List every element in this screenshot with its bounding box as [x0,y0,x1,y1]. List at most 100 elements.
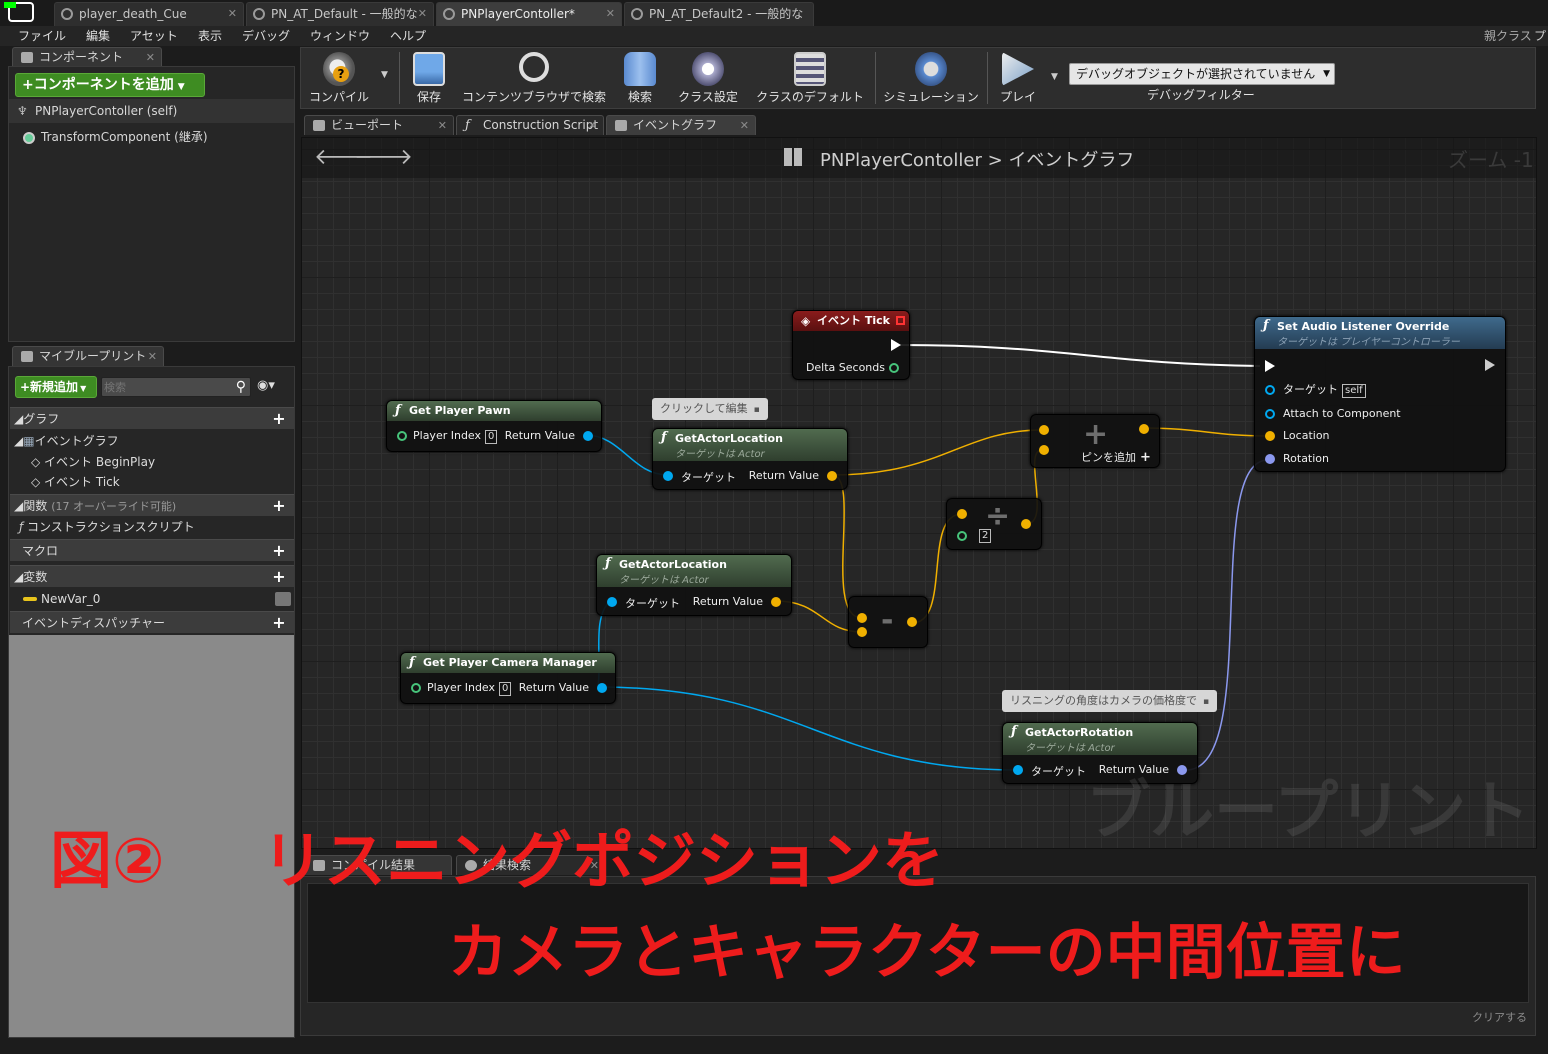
player-index-pin[interactable] [397,431,407,441]
return-value-pin[interactable] [597,683,607,693]
menu-asset[interactable]: アセット [130,26,178,46]
target-pin[interactable] [1013,765,1023,775]
player-index-value[interactable]: 0 [485,430,498,444]
parent-class-value[interactable]: プ [1534,26,1546,46]
component-self[interactable]: ♆ PNPlayerContoller (self) [9,99,294,123]
search-input[interactable] [104,379,228,395]
dispatchers-header[interactable]: イベントディスパッチャー + [10,611,294,633]
get-player-pawn-node[interactable]: ƒ Get Player Pawn Player Index 0 Return Va… [386,400,602,452]
subtract-input-a-pin[interactable] [857,613,867,623]
variables-header[interactable]: ◢変数 + [10,565,294,587]
comment-bubble-rotation[interactable]: リスニングの角度はカメラの価格度で ▪ [1002,690,1218,712]
get-actor-location-node-2[interactable]: ƒ GetActorLocation ターゲットは Actor ターゲット Retu… [596,554,792,616]
event-graph-canvas[interactable]: 🡐 🡒 PNPlayerContoller > イベントグラフ ズーム -1 ◈… [301,137,1537,849]
delegate-pin-icon[interactable] [896,316,905,325]
add-pin-button[interactable]: ピンを追加 + [1081,449,1151,465]
get-player-camera-manager-node[interactable]: ƒ Get Player Camera Manager Player Index 0… [400,652,616,704]
add-variable-plus-icon[interactable]: + [272,569,286,585]
return-value-pin[interactable] [827,471,837,481]
close-icon[interactable]: ✕ [740,116,749,135]
set-audio-listener-override-node[interactable]: ƒ Set Audio Listener Override ターゲットは プレイヤー… [1254,316,1506,472]
exec-out-pin[interactable] [1485,359,1495,371]
add-output-pin[interactable] [1139,424,1149,434]
play-button[interactable]: プレイ [991,48,1045,108]
add-new-button[interactable]: +新規追加 ▼ [15,376,97,398]
graphs-header[interactable]: ◢グラフ + [10,407,294,429]
components-tab[interactable]: コンポーネント ✕ [12,47,162,67]
class-settings-button[interactable]: クラス設定 [671,48,745,108]
add-dispatcher-plus-icon[interactable]: + [272,615,286,631]
my-blueprint-tab[interactable]: マイブループリント ✕ [12,346,164,366]
add-component-button[interactable]: +コンポーネントを追加 ▼ [15,73,205,97]
return-value-pin[interactable] [771,597,781,607]
compile-button[interactable]: ? コンパイル [303,48,375,108]
menu-edit[interactable]: 編集 [86,26,110,46]
simulation-button[interactable]: シミュレーション [879,48,983,108]
save-button[interactable]: 保存 [403,48,455,108]
visibility-toggle-icon[interactable] [275,592,291,606]
functions-header[interactable]: ◢関数 (17 オーバーライド可能) + [10,494,294,516]
component-transform[interactable]: TransformComponent (継承) [21,125,208,149]
add-macro-plus-icon[interactable]: + [272,543,286,559]
eye-view-options-icon[interactable]: ◉▾ [257,378,275,393]
target-pin[interactable] [1265,385,1275,395]
find-button[interactable]: 検索 [613,48,667,108]
macros-header[interactable]: マクロ + [10,539,294,561]
begin-play-item[interactable]: ◇ イベント BeginPlay [31,451,315,473]
clear-button[interactable]: クリアする [1472,1009,1527,1025]
return-value-pin[interactable] [583,431,593,441]
close-icon[interactable]: ✕ [418,3,427,25]
close-icon[interactable]: ✕ [228,3,237,25]
tab-construction-script[interactable]: ƒ Construction Script ✕ [456,115,604,135]
tick-item[interactable]: ◇ イベント Tick [31,471,315,493]
target-pin[interactable] [663,471,673,481]
divide-vector-node[interactable]: 2 ÷ [946,498,1042,550]
target-self-value[interactable]: self [1342,384,1366,398]
delta-seconds-pin[interactable] [889,363,899,373]
divide-input-b-pin[interactable] [957,531,967,541]
add-vector-node[interactable]: + ピンを追加 + [1030,414,1160,468]
divide-input-a-pin[interactable] [957,509,967,519]
doc-tab-pn-at-default[interactable]: PN_AT_Default - 一般的な ✕ [246,2,434,26]
doc-tab-player-death-cue[interactable]: player_death_Cue ✕ [54,2,244,26]
doc-tab-pnplayercontoller[interactable]: PNPlayerContoller* ✕ [436,2,622,26]
location-pin[interactable] [1265,431,1275,441]
close-icon[interactable]: ✕ [146,48,155,67]
menu-help[interactable]: ヘルプ [390,26,426,46]
attach-to-component-pin[interactable] [1265,409,1275,419]
exec-out-pin[interactable] [891,339,901,351]
add-graph-plus-icon[interactable]: + [272,411,286,427]
close-icon[interactable]: ✕ [148,347,157,366]
doc-tab-pn-at-default2[interactable]: PN_AT_Default2 - 一般的な [624,2,814,26]
close-icon[interactable]: ✕ [438,116,447,135]
browse-in-content-browser-button[interactable]: コンテンツブラウザで検索 [459,48,609,108]
player-index-pin[interactable] [411,683,421,693]
subtract-input-b-pin[interactable] [857,627,867,637]
menu-file[interactable]: ファイル [18,26,66,46]
rotation-pin[interactable] [1265,454,1275,464]
play-options-arrow-icon[interactable]: ▼ [1051,72,1058,82]
add-input-a-pin[interactable] [1039,425,1049,435]
close-icon[interactable]: ✕ [606,3,615,25]
divide-output-pin[interactable] [1021,519,1031,529]
variable-newvar0[interactable]: NewVar_0 [19,588,303,610]
add-input-b-pin[interactable] [1039,445,1049,455]
event-tick-node[interactable]: ◈ イベント Tick Delta Seconds [792,310,910,380]
tab-event-graph[interactable]: イベントグラフ ✕ [606,115,756,135]
get-actor-location-node-1[interactable]: ƒ GetActorLocation ターゲットは Actor ターゲット Retu… [652,428,848,490]
subtract-vector-node[interactable]: - [848,596,928,648]
debug-object-select[interactable]: デバッグオブジェクトが選択されていません ▼ [1069,63,1335,85]
comment-bubble-edit[interactable]: クリックして編集 ▪ [652,398,768,420]
menu-window[interactable]: ウィンドウ [310,26,370,46]
menu-debug[interactable]: デバッグ [242,26,290,46]
player-index-value[interactable]: 0 [499,682,512,696]
tab-viewport[interactable]: ビューポート ✕ [304,115,454,135]
subtract-output-pin[interactable] [907,617,917,627]
add-function-plus-icon[interactable]: + [272,498,286,514]
target-pin[interactable] [607,597,617,607]
compile-options-arrow-icon[interactable]: ▼ [381,70,388,80]
construction-script-item[interactable]: ƒ コンストラクションスクリプト [19,516,303,538]
event-graph-item[interactable]: ◢▦イベントグラフ [10,430,294,452]
close-icon[interactable]: ✕ [588,116,597,135]
exec-in-pin[interactable] [1265,360,1275,372]
